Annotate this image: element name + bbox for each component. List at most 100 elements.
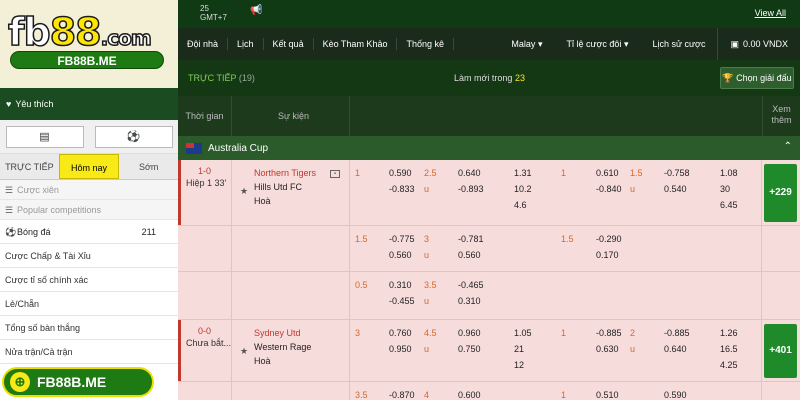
odds-ratio-select[interactable]: Tỉ lệ cược đôi ▾ <box>554 39 640 50</box>
half-moneyline-odds[interactable]: 1.26 <box>720 328 738 338</box>
league-header[interactable]: Australia Cup ⌃ <box>178 136 800 160</box>
moneyline-odds[interactable]: 12 <box>514 360 524 370</box>
nav-results[interactable]: Kết quả <box>264 38 314 50</box>
half-moneyline-odds[interactable]: 16.5 <box>720 344 738 354</box>
moneyline-odds[interactable]: 10.2 <box>514 184 532 194</box>
live-label: TRỰC TIẾP (19) <box>188 73 255 83</box>
handicap-line: 0.5 <box>355 280 368 290</box>
match-score: 0-0 <box>198 326 212 336</box>
pick-league-button[interactable]: 🏆 Chọn giải đấu <box>720 67 794 89</box>
half-moneyline-odds[interactable]: 4.25 <box>720 360 738 370</box>
sidebar-item-correct-score[interactable]: Cược tỉ số chính xác <box>0 268 178 292</box>
nav-schedule[interactable]: Lịch <box>228 38 264 50</box>
tab-today[interactable]: Hôm nay <box>58 154 120 179</box>
col-more: Xem thêm <box>762 96 800 136</box>
tab-early[interactable]: Sớm <box>119 154 178 179</box>
half-handicap-odds[interactable]: -0.290 <box>596 234 622 244</box>
refresh-timer[interactable]: Làm mới trong 23 <box>454 73 525 83</box>
sidebar-sport-soccer[interactable]: ⚽Bóng đá 211 <box>0 220 178 244</box>
handicap-line: 1.5 <box>355 234 368 244</box>
over-under-odds[interactable]: -0.893 <box>458 184 484 194</box>
handicap-odds[interactable]: 0.950 <box>389 344 412 354</box>
bet-history-link[interactable]: Lịch sử cược <box>640 39 717 49</box>
sidebar-item-handicap[interactable]: Cược Chấp & Tài Xỉu <box>0 244 178 268</box>
over-under-line: 4 <box>424 390 430 400</box>
over-under-odds[interactable]: 0.310 <box>458 296 481 306</box>
half-handicap-odds[interactable]: -0.840 <box>596 184 622 194</box>
soccer-ball-icon[interactable]: ⚽ <box>94 125 173 148</box>
balance-display[interactable]: ▣ 0.00 VNDX <box>717 28 800 60</box>
megaphone-icon[interactable]: 📢 <box>250 5 262 16</box>
half-moneyline-odds[interactable]: 6.45 <box>720 200 738 210</box>
table-row: 1.5 -0.775 0.560 3 u -0.781 0.560 1.5 -0.290 0.17… <box>178 226 800 272</box>
nav-reference-odds[interactable]: Kèo Tham Khảo <box>314 38 398 50</box>
home-team[interactable]: Sydney Utd <box>254 328 301 338</box>
away-team[interactable]: Western Rage <box>254 342 311 352</box>
half-handicap-odds[interactable]: 0.170 <box>596 250 619 260</box>
view-all-link[interactable]: View All <box>755 8 786 18</box>
nav-statistics[interactable]: Thống kê <box>397 38 454 50</box>
chevron-up-icon[interactable]: ⌃ <box>784 141 792 152</box>
moneyline-odds[interactable]: 21 <box>514 344 524 354</box>
favorites-header[interactable]: ♥ Yêu thích <box>0 88 178 120</box>
half-over-under-odds[interactable]: 0.640 <box>664 344 687 354</box>
favorite-star-icon[interactable]: ★ <box>240 186 248 197</box>
live-stream-icon[interactable]: ▪ <box>330 170 340 178</box>
over-under-odds[interactable]: -0.781 <box>458 234 484 244</box>
bet-slip-icon[interactable]: ▤ <box>5 125 84 148</box>
handicap-odds[interactable]: 0.310 <box>389 280 412 290</box>
handicap-odds[interactable]: -0.775 <box>389 234 415 244</box>
over-under-odds[interactable]: 0.600 <box>458 390 481 400</box>
half-over-under-odds[interactable]: -0.758 <box>664 168 690 178</box>
more-markets-button[interactable]: +401 <box>764 324 797 378</box>
half-handicap-odds[interactable]: 0.610 <box>596 168 619 178</box>
over-under-odds[interactable]: 0.960 <box>458 328 481 338</box>
handicap-line: 3 <box>355 328 361 338</box>
home-team[interactable]: Northern Tigers <box>254 168 316 178</box>
live-bar: TRỰC TIẾP (19) Làm mới trong 23 🏆 Chọn g… <box>178 60 800 96</box>
under-marker: u <box>630 344 636 354</box>
under-marker: u <box>424 184 430 194</box>
handicap-odds[interactable]: -0.833 <box>389 184 415 194</box>
moneyline-odds[interactable]: 1.05 <box>514 328 532 338</box>
brand-logo[interactable]: fb88.com FB88B.ME <box>0 0 178 88</box>
moneyline-odds[interactable]: 4.6 <box>514 200 527 210</box>
col-event: Sự kiện <box>232 96 350 136</box>
half-over-under-odds[interactable]: 0.540 <box>664 184 687 194</box>
half-handicap-odds[interactable]: 0.510 <box>596 390 619 400</box>
over-under-odds[interactable]: 0.560 <box>458 250 481 260</box>
half-over-under-odds[interactable]: -0.885 <box>664 328 690 338</box>
gmt-clock: 25 GMT+7 <box>200 4 227 22</box>
handicap-odds[interactable]: 0.760 <box>389 328 412 338</box>
handicap-odds[interactable]: 0.590 <box>389 168 412 178</box>
wallet-icon: ▣ <box>730 38 739 49</box>
sidebar-parlay[interactable]: ☰ Cược xiên <box>0 180 178 200</box>
odds-type-select[interactable]: Malay ▾ <box>499 39 554 50</box>
handicap-odds[interactable]: -0.870 <box>389 390 415 400</box>
sidebar-item-odd-even[interactable]: Lẻ/Chẵn <box>0 292 178 316</box>
half-moneyline-odds[interactable]: 1.08 <box>720 168 738 178</box>
handicap-line: 1 <box>355 168 361 178</box>
tab-live[interactable]: TRỰC TIẾP <box>0 154 59 179</box>
sidebar-popular[interactable]: ☰ Popular competitions <box>0 200 178 220</box>
half-handicap-odds[interactable]: 0.630 <box>596 344 619 354</box>
more-markets-button[interactable]: +229 <box>764 164 797 222</box>
half-moneyline-odds[interactable]: 30 <box>720 184 730 194</box>
sidebar-item-halftime-fulltime[interactable]: Nửa trận/Cả trận <box>0 340 178 364</box>
sidebar-item-total-goals[interactable]: Tổng số bàn thắng <box>0 316 178 340</box>
away-team[interactable]: Hills Utd FC <box>254 182 302 192</box>
moneyline-odds[interactable]: 1.31 <box>514 168 532 178</box>
over-under-odds[interactable]: 0.640 <box>458 168 481 178</box>
handicap-odds[interactable]: 0.560 <box>389 250 412 260</box>
nav-home-team[interactable]: Đội nhà <box>178 38 229 50</box>
favorite-star-icon[interactable]: ★ <box>240 346 248 357</box>
over-under-line: 3.5 <box>424 280 437 290</box>
match-score: 1-0 <box>198 166 212 176</box>
bottom-domain-badge[interactable]: ⊕ FB88B.ME <box>2 367 154 397</box>
half-handicap-odds[interactable]: -0.885 <box>596 328 622 338</box>
half-over-under-odds[interactable]: 0.590 <box>664 390 687 400</box>
handicap-odds[interactable]: -0.455 <box>389 296 415 306</box>
over-under-odds[interactable]: -0.465 <box>458 280 484 290</box>
handicap-line: 3.5 <box>355 390 368 400</box>
over-under-odds[interactable]: 0.750 <box>458 344 481 354</box>
